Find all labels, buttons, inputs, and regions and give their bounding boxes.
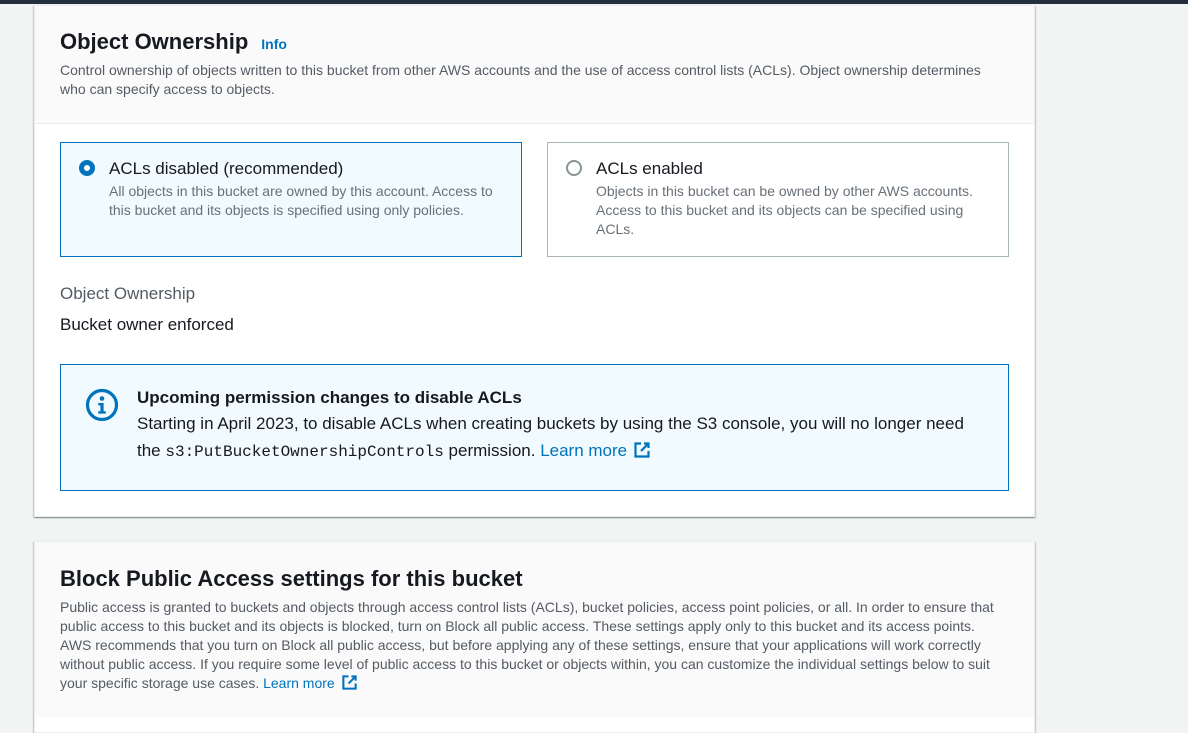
info-alert: Upcoming permission changes to disable A… bbox=[60, 364, 1009, 491]
acl-options: ACLs disabled (recommended) All objects … bbox=[60, 142, 1009, 257]
object-ownership-title: Object Ownership bbox=[60, 29, 249, 54]
block-public-access-panel: Block Public Access settings for this bu… bbox=[34, 541, 1035, 733]
acls-enabled-title: ACLs enabled bbox=[596, 159, 703, 178]
option-acls-disabled[interactable]: ACLs disabled (recommended) All objects … bbox=[60, 142, 522, 257]
alert-code: s3:PutBucketOwnershipControls bbox=[165, 443, 444, 461]
object-ownership-field-label: Object Ownership bbox=[60, 284, 196, 303]
top-bar bbox=[0, 0, 1188, 4]
acls-disabled-description: All objects in this bucket are owned by … bbox=[109, 183, 493, 218]
acls-disabled-radio[interactable] bbox=[79, 160, 95, 176]
block-public-access-learn-more-label: Learn more bbox=[263, 675, 335, 691]
info-icon bbox=[85, 388, 119, 422]
external-link-icon bbox=[342, 675, 357, 690]
block-public-access-header: Block Public Access settings for this bu… bbox=[35, 542, 1034, 717]
block-public-access-text: Public access is granted to buckets and … bbox=[60, 599, 994, 691]
object-ownership-panel: Object Ownership Info Control ownership … bbox=[34, 5, 1035, 517]
alert-learn-more-link[interactable]: Learn more bbox=[540, 441, 651, 460]
acls-disabled-title: ACLs disabled (recommended) bbox=[109, 159, 344, 178]
block-public-access-learn-more-link[interactable]: Learn more bbox=[263, 675, 358, 691]
object-ownership-field-value: Bucket owner enforced bbox=[60, 315, 234, 334]
acls-enabled-radio[interactable] bbox=[566, 160, 582, 176]
option-acls-enabled[interactable]: ACLs enabled Objects in this bucket can … bbox=[547, 142, 1009, 257]
alert-text: Starting in April 2023, to disable ACLs … bbox=[137, 410, 988, 466]
external-link-icon bbox=[634, 442, 650, 458]
block-public-access-description: Public access is granted to buckets and … bbox=[60, 598, 1009, 693]
object-ownership-description: Control ownership of objects written to … bbox=[60, 62, 981, 97]
alert-title: Upcoming permission changes to disable A… bbox=[137, 388, 522, 407]
alert-learn-more-label: Learn more bbox=[540, 441, 628, 460]
object-ownership-header: Object Ownership Info Control ownership … bbox=[35, 6, 1034, 124]
acls-enabled-description: Objects in this bucket can be owned by o… bbox=[596, 183, 973, 237]
block-public-access-title: Block Public Access settings for this bu… bbox=[60, 566, 523, 591]
info-link[interactable]: Info bbox=[261, 36, 287, 52]
alert-text-after: permission. bbox=[443, 441, 541, 460]
